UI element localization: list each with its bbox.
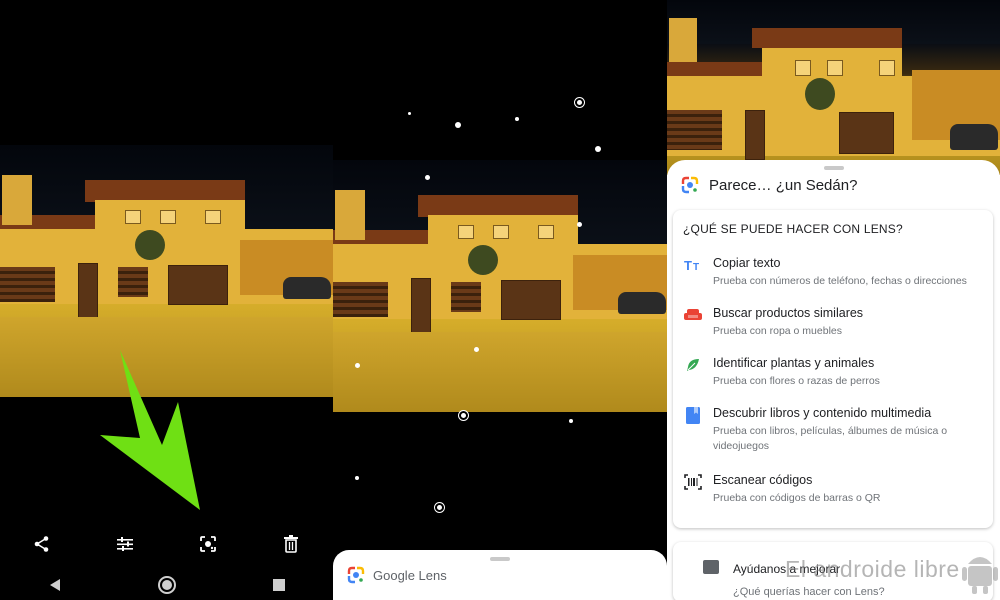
book-icon — [683, 406, 703, 424]
item-subtitle: Prueba con códigos de barras o QR — [713, 492, 881, 504]
list-item-similar-products[interactable]: Buscar productos similares Prueba con ro… — [673, 304, 993, 344]
photo-viewer-panel — [0, 0, 333, 600]
house-photo-result — [667, 0, 1000, 175]
list-item-books-media[interactable]: Descubrir libros y contenido multimedia … — [673, 404, 993, 462]
scan-dot — [459, 411, 468, 420]
item-subtitle: Prueba con flores o razas de perros — [713, 375, 880, 387]
house-photo-scanning — [333, 160, 667, 412]
android-robot-icon — [962, 557, 998, 594]
share-icon[interactable] — [27, 529, 57, 559]
item-subtitle: Prueba con libros, películas, álbumes de… — [713, 425, 948, 452]
item-title: Descubrir libros y contenido multimedia — [713, 406, 932, 420]
scan-dot — [595, 146, 601, 152]
back-icon[interactable] — [48, 578, 62, 592]
sheet-handle[interactable] — [490, 557, 510, 561]
scan-dot — [408, 112, 411, 115]
barcode-icon — [683, 473, 703, 491]
text-icon: TT — [683, 256, 703, 274]
scan-dot — [435, 503, 444, 512]
sheet-handle[interactable] — [823, 166, 844, 170]
green-arrow-annotation — [100, 350, 200, 510]
list-item-scan-codes[interactable]: Escanear códigos Prueba con códigos de b… — [673, 471, 993, 511]
svg-text:T: T — [684, 258, 692, 272]
scan-dot — [575, 98, 584, 107]
feedback-subtitle: ¿Qué querías hacer con Lens? — [733, 586, 885, 598]
google-lens-icon[interactable] — [193, 529, 223, 559]
google-lens-logo-icon — [347, 566, 365, 584]
scan-dot — [355, 363, 360, 368]
lens-title: Google Lens — [373, 567, 447, 583]
item-title: Identificar plantas y animales — [713, 356, 875, 370]
recents-icon[interactable] — [272, 578, 286, 592]
lens-bottom-sheet[interactable]: Google Lens — [333, 550, 667, 600]
lens-scanning-panel: Google Lens — [333, 0, 667, 600]
photo-toolbar — [0, 525, 333, 563]
scan-dot — [474, 347, 479, 352]
item-title: Escanear códigos — [713, 473, 813, 487]
sofa-icon — [683, 306, 703, 324]
trash-icon[interactable] — [276, 529, 306, 559]
item-subtitle: Prueba con ropa o muebles — [713, 325, 842, 337]
list-item-plants-animals[interactable]: Identificar plantas y animales Prueba co… — [673, 354, 993, 394]
item-title: Buscar productos similares — [713, 306, 864, 320]
scan-dot — [515, 117, 519, 121]
watermark-text: El androide libre — [785, 556, 960, 582]
home-icon[interactable] — [157, 575, 177, 595]
lens-results-sheet[interactable]: Parece… ¿un Sedán? ¿QUÉ SE PUEDE HACER C… — [667, 160, 1000, 600]
scan-dot — [577, 222, 582, 227]
scan-dot — [455, 122, 461, 128]
svg-text:T: T — [693, 262, 699, 272]
lens-actions-card: ¿QUÉ SE PUEDE HACER CON LENS? TT Copiar … — [673, 210, 993, 528]
item-title: Copiar texto — [713, 256, 781, 270]
lens-results-panel: Parece… ¿un Sedán? ¿QUÉ SE PUEDE HACER C… — [667, 0, 1000, 600]
google-lens-logo-icon — [681, 176, 699, 194]
android-nav-bar — [0, 570, 333, 600]
edit-sliders-icon[interactable] — [110, 529, 140, 559]
item-subtitle: Prueba con números de teléfono, fechas o… — [713, 275, 967, 287]
card-title: ¿QUÉ SE PUEDE HACER CON LENS? — [683, 222, 903, 236]
scan-dot — [355, 476, 359, 480]
list-item-copy-text[interactable]: TT Copiar texto Prueba con números de te… — [673, 254, 993, 294]
leaf-icon — [683, 356, 703, 374]
feedback-icon — [703, 560, 719, 574]
scan-dot — [425, 175, 430, 180]
scan-dot — [569, 419, 573, 423]
result-header: Parece… ¿un Sedán? — [709, 176, 858, 194]
